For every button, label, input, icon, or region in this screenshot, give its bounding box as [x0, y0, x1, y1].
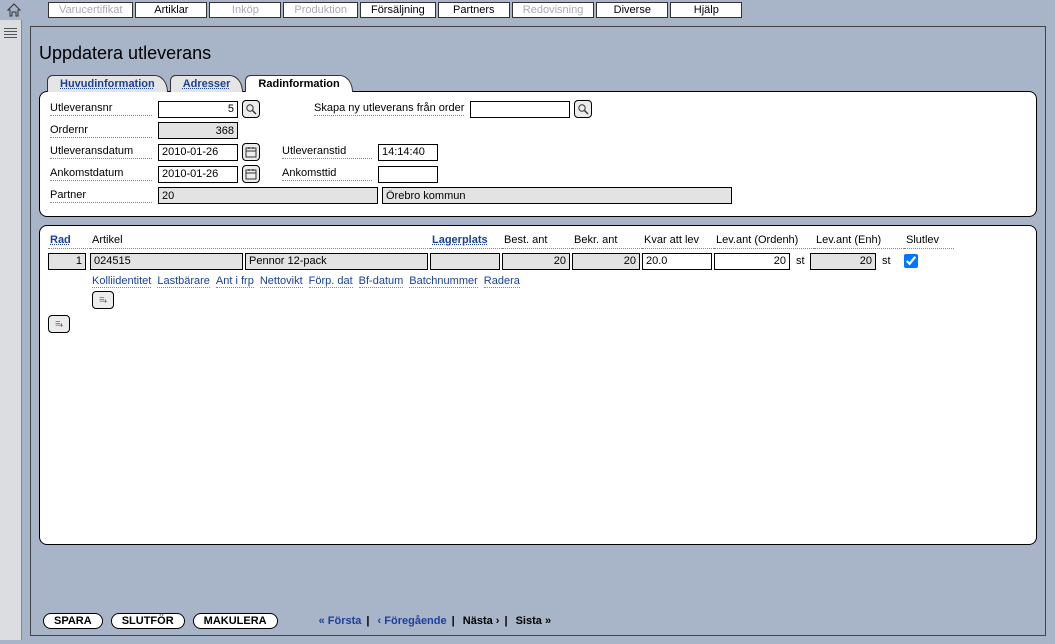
cell-kvar[interactable]: [642, 253, 712, 270]
finish-button[interactable]: SLUTFÖR: [111, 613, 185, 629]
col-slutlev: Slutlev: [904, 232, 954, 249]
input-anktid[interactable]: [378, 166, 438, 183]
pager-next[interactable]: Nästa ›: [463, 615, 500, 627]
magnify-icon: [245, 103, 257, 115]
void-button[interactable]: MAKULERA: [193, 613, 278, 629]
top-tab-artiklar[interactable]: Artiklar: [135, 2, 207, 18]
checkbox-slutlev[interactable]: [904, 254, 918, 268]
page-title: Uppdatera utleverans: [31, 27, 1045, 74]
cell-bekr: [572, 253, 640, 270]
home-icon[interactable]: [6, 2, 22, 18]
cell-levordenh[interactable]: [714, 253, 790, 270]
col-levordenh: Lev.ant (Ordenh): [714, 232, 814, 249]
input-utlevtid[interactable]: [378, 144, 438, 161]
label-ordernr: Ordernr: [50, 124, 152, 138]
tab-adresser[interactable]: Adresser: [170, 75, 244, 92]
magnify-icon: [577, 103, 589, 115]
workspace: Uppdatera utleverans Huvudinformation Ad…: [30, 26, 1046, 636]
unit-lo: st: [792, 255, 810, 267]
grid-header: Rad Artikel Lagerplats Best. ant Bekr. a…: [48, 232, 1028, 249]
col-artikel: Artikel: [90, 232, 430, 249]
input-utlevdatum[interactable]: [158, 144, 238, 161]
top-tab-diverse[interactable]: Diverse: [596, 2, 668, 18]
col-kvar: Kvar att lev: [642, 232, 714, 249]
calendar-icon: [245, 168, 257, 180]
calendar-utlevdatum[interactable]: [242, 143, 260, 161]
left-rail: [0, 20, 22, 640]
add-subrow-button[interactable]: [92, 291, 114, 309]
input-utleveransnr[interactable]: [158, 101, 238, 118]
col-rad[interactable]: Rad: [48, 232, 90, 249]
save-button[interactable]: SPARA: [43, 613, 103, 629]
cell-art-desc: [245, 253, 428, 270]
top-bar: VarucertifikatArtiklarInköpProduktionFör…: [0, 0, 1055, 20]
subheader-batchnummer: Batchnummer: [409, 275, 477, 288]
col-bekr: Bekr. ant: [572, 232, 642, 249]
pager: « Första| ‹ Föregående| Nästa ›| Sista »: [316, 615, 554, 627]
subrow: Kolliidentitet Lastbärare Ant i frp Nettovi…: [92, 275, 1028, 309]
calendar-ankdatum[interactable]: [242, 165, 260, 183]
top-tab-försäljning[interactable]: Försäljning: [360, 2, 436, 18]
subheader-bf-datum: Bf-datum: [359, 275, 404, 288]
footer: SPARA SLUTFÖR MAKULERA « Första| ‹ Föreg…: [43, 613, 554, 629]
col-best: Best. ant: [502, 232, 572, 249]
subheader-f-rp-dat: Förp. dat: [309, 275, 353, 288]
cell-art-code: [90, 253, 243, 270]
subtabs: Huvudinformation Adresser Radinformation: [47, 75, 1045, 92]
lookup-utleveransnr[interactable]: [242, 100, 260, 118]
input-ordernr: [158, 122, 238, 139]
cell-rad: [48, 253, 86, 270]
col-levenh: Lev.ant (Enh): [814, 232, 904, 249]
tab-radinformation[interactable]: Radinformation: [245, 75, 352, 92]
lookup-skapa-order[interactable]: [574, 100, 592, 118]
col-lagerplats[interactable]: Lagerplats: [430, 232, 502, 249]
app-root: VarucertifikatArtiklarInköpProduktionFör…: [0, 0, 1055, 644]
list-add-icon: [55, 318, 63, 330]
subheader-radera: Radera: [484, 275, 520, 288]
unit-le: st: [878, 255, 896, 267]
top-tab-inköp: Inköp: [209, 2, 281, 18]
label-partner: Partner: [50, 189, 152, 203]
list-add-icon: [99, 294, 107, 306]
top-tab-partners[interactable]: Partners: [438, 2, 510, 18]
tab-huvudinformation[interactable]: Huvudinformation: [47, 75, 168, 92]
input-skapa-order[interactable]: [470, 101, 570, 118]
add-row-button[interactable]: [48, 315, 70, 333]
input-partner-code: [158, 187, 378, 204]
subheader-ant-i-frp: Ant i frp: [216, 275, 254, 288]
subrow-headers: Kolliidentitet Lastbärare Ant i frp Nettovi…: [92, 275, 520, 288]
pager-first[interactable]: « Första: [319, 615, 362, 627]
subheader-lastb-rare: Lastbärare: [157, 275, 210, 288]
input-partner-name: [382, 187, 732, 204]
input-ankdatum[interactable]: [158, 166, 238, 183]
label-utleveransnr: Utleveransnr: [50, 102, 152, 116]
calendar-icon: [245, 146, 257, 158]
label-anktid: Ankomsttid: [282, 167, 372, 181]
pager-last[interactable]: Sista »: [516, 615, 551, 627]
label-ankdatum: Ankomstdatum: [50, 167, 152, 181]
top-tab-hjälp[interactable]: Hjälp: [670, 2, 742, 18]
top-tab-varucertifikat: Varucertifikat: [48, 2, 133, 18]
label-skapa: Skapa ny utleverans från order: [314, 102, 464, 116]
cell-best: [502, 253, 570, 270]
cell-levenh: [810, 253, 876, 270]
top-tab-produktion: Produktion: [283, 2, 358, 18]
rail-grip-icon[interactable]: [4, 28, 17, 38]
top-tab-redovisning: Redovisning: [512, 2, 595, 18]
cell-lagerplats: [430, 253, 500, 270]
subheader-kolliidentitet: Kolliidentitet: [92, 275, 151, 288]
form-panel: Utleveransnr Skapa ny utleverans från or…: [39, 91, 1037, 217]
label-utlevtid: Utleveranstid: [282, 145, 372, 159]
table-row: st st: [48, 251, 1028, 271]
grid-panel: Rad Artikel Lagerplats Best. ant Bekr. a…: [39, 225, 1037, 545]
pager-prev[interactable]: ‹ Föregående: [378, 615, 447, 627]
subheader-nettovikt: Nettovikt: [260, 275, 303, 288]
top-tabs: VarucertifikatArtiklarInköpProduktionFör…: [48, 2, 742, 18]
label-utlevdatum: Utleveransdatum: [50, 145, 152, 159]
